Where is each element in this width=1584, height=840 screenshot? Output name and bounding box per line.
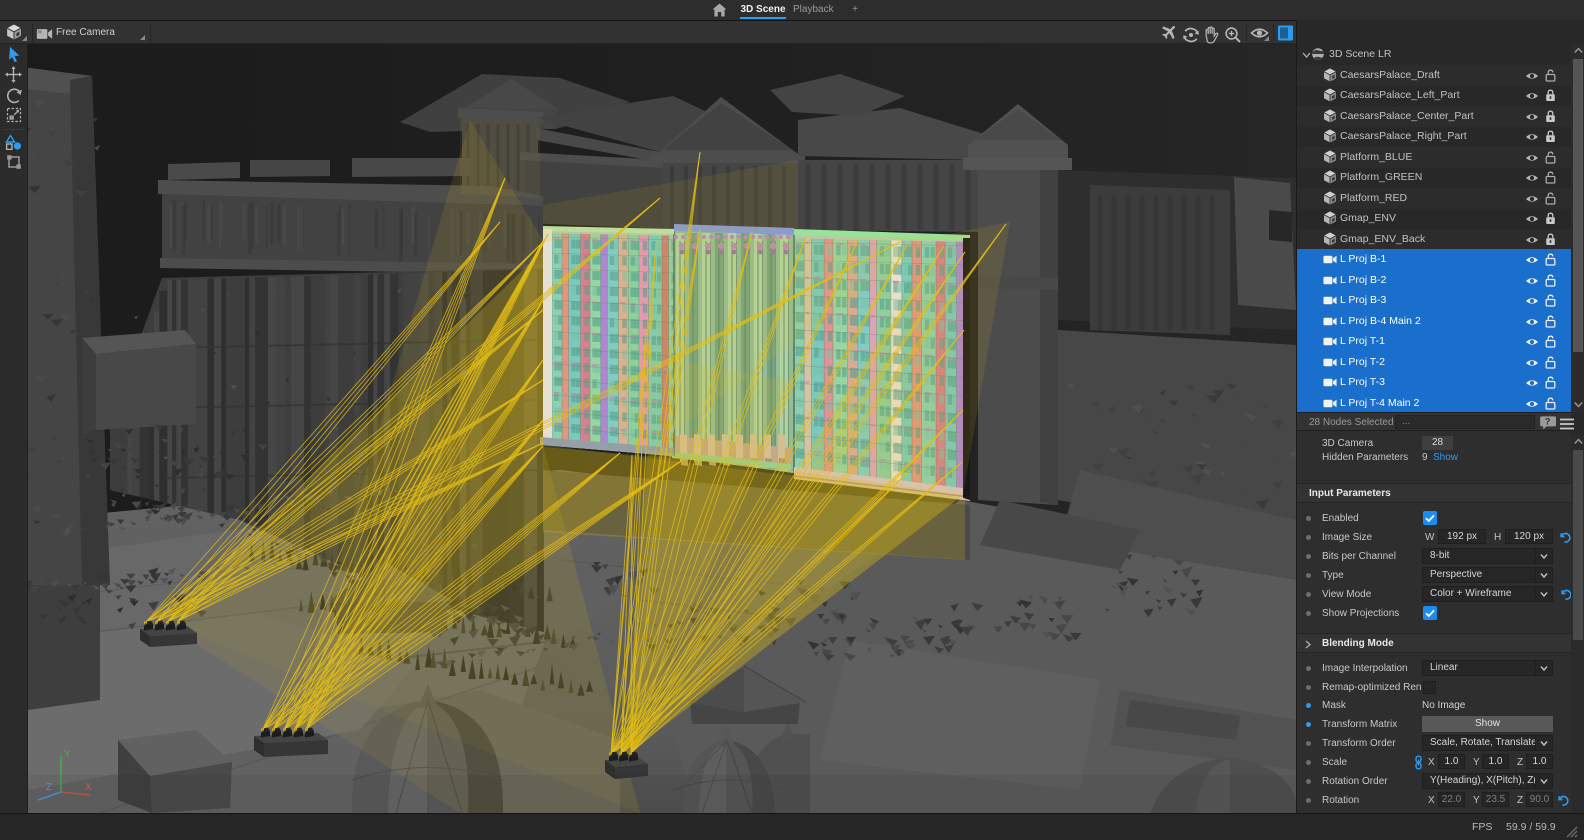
svg-text:Y: Y	[64, 749, 71, 760]
svg-text:?: ?	[1545, 417, 1551, 427]
